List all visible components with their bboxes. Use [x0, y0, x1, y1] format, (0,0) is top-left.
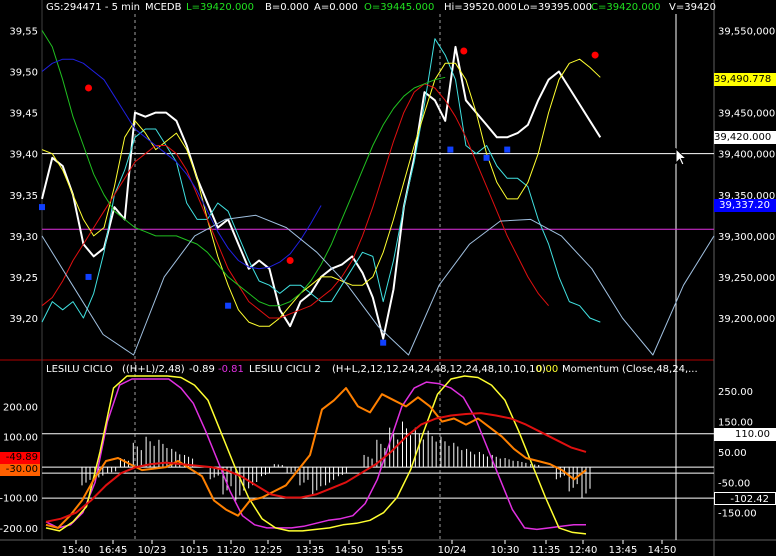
price-tick-left-4: 39,35 [9, 191, 38, 202]
indicator-panel [42, 375, 714, 535]
price-tick-left-7: 39,20 [9, 314, 38, 325]
signal-dot-red-1 [286, 257, 294, 265]
signal-dot-blue-6 [504, 146, 511, 153]
indicator-tick-left-3: -100.00 [0, 493, 38, 504]
price-tag-blue: 39,337.20 [714, 199, 776, 213]
indicator-tick-right-4: -150.00 [718, 509, 757, 520]
series-red [41, 83, 549, 319]
signal-dot-blue-4 [447, 146, 454, 153]
x-tick-label-0: 15:40 [62, 545, 91, 556]
price-panel [39, 30, 715, 356]
x-tick-label-5: 12:25 [254, 545, 283, 556]
price-tick-left-0: 39,55 [9, 26, 38, 37]
indicator-tick-right-3: -50.00 [718, 478, 750, 489]
grid-lines [0, 0, 776, 556]
price-tick-left-2: 39,45 [9, 109, 38, 120]
price-tick-right-1: 39,450,000 [718, 109, 775, 120]
indicator-tick-left-4: -200.00 [0, 524, 38, 535]
x-tick-label-12: 12:40 [569, 545, 598, 556]
volume-label: V=39420 [669, 2, 717, 13]
x-tick-label-4: 11:20 [217, 545, 246, 556]
signal-dot-red-3 [591, 51, 599, 59]
indicator-left-tag-orange: -30.00 [0, 464, 40, 477]
chart-canvas[interactable]: 39,55 39,50 39,45 39,40 39,35 39,30 39,25 39,20… [0, 0, 776, 556]
last-price: L=39420.000 [186, 2, 255, 13]
ind2-args: (H+L,2,12,12,24,24,48,12,24,48,10,10,10) [332, 364, 546, 375]
price-tick-left-6: 39,25 [9, 273, 38, 284]
chart-window: 39,55 39,50 39,45 39,40 39,35 39,30 39,25 39,20… [0, 0, 776, 556]
price-tick-right-0: 39,550,000 [718, 26, 775, 37]
indicator-tag-lower: -102.42 [714, 492, 776, 506]
price-tick-right-6: 39,200,000 [718, 314, 775, 325]
price-tick-left-1: 39,50 [9, 68, 38, 79]
signal-dot-blue-1 [85, 273, 92, 280]
ask-price: A=0.000 [314, 2, 358, 13]
x-tick-label-7: 14:50 [335, 545, 364, 556]
x-tick-label-3: 10:15 [180, 545, 209, 556]
high-price: Hi=39520.000 [444, 2, 517, 13]
ind2-value1: 0.00 [536, 364, 559, 375]
price-tick-right-5: 39,250,000 [718, 273, 775, 284]
signal-dot-blue-5 [483, 154, 490, 161]
price-tag-last: 39,420.000 [714, 131, 776, 145]
indicator-tag-upper: 110.00 [714, 427, 776, 441]
series-cycle_yellow [45, 375, 587, 535]
price-tick-left-5: 39,30 [9, 232, 38, 243]
price-tick-left-3: 39,40 [9, 150, 38, 161]
x-tick-label-10: 10:30 [491, 545, 520, 556]
symbol-label: GS:294471 - 5 min [46, 2, 141, 13]
signal-dot-red-0 [85, 84, 93, 92]
close-price: C=39420.000 [591, 2, 661, 13]
ind1-name: LESILU CICLO [46, 364, 113, 375]
low-price: Lo=39395.000 [518, 2, 592, 13]
series-arc [41, 214, 715, 356]
indicator-tick-right-0: 250.00 [718, 387, 753, 398]
series-blue [41, 58, 322, 270]
x-tick-label-13: 13:45 [609, 545, 638, 556]
indicator-tick-right-2: 50.00 [718, 448, 747, 459]
signal-dot-blue-2 [225, 302, 232, 309]
price-tick-right-4: 39,300,000 [718, 232, 775, 243]
bid-price: B=0.000 [265, 2, 309, 13]
ind1-value2: -0.81 [218, 364, 244, 375]
price-tick-right-2: 39,400,000 [718, 150, 775, 161]
x-tick-label-9: 10/24 [438, 545, 467, 556]
price-tag-sma: 39,490.778 [714, 73, 776, 87]
ind3-name: Momentum [562, 364, 619, 375]
mouse-cursor-icon [675, 148, 688, 166]
x-tick-label-11: 11:35 [532, 545, 561, 556]
x-tick-label-8: 15:55 [375, 545, 404, 556]
indicator-tick-left-1: 100.00 [3, 433, 38, 444]
ind1-args: ((H+L)/2,48) [122, 364, 185, 375]
x-tick-label-1: 16:45 [99, 545, 128, 556]
x-tick-label-2: 10/23 [138, 545, 167, 556]
open-price: O=39445.000 [364, 2, 435, 13]
series-cyan [41, 38, 601, 323]
ind2-name: LESILU CICLI 2 [249, 364, 321, 375]
series-yellow [41, 58, 601, 327]
x-tick-label-6: 13:35 [296, 545, 325, 556]
ind3-args: (Close,48,24,... [622, 364, 698, 375]
indicator-tick-left-0: 200.00 [3, 402, 38, 413]
series-price [41, 45, 602, 340]
signal-dot-blue-3 [380, 339, 387, 346]
signal-dot-blue-0 [39, 204, 45, 211]
signal-dot-red-2 [460, 47, 468, 55]
ind1-value1: -0.89 [189, 364, 215, 375]
market-label: MCEDB [145, 2, 182, 13]
x-tick-label-14: 14:50 [648, 545, 677, 556]
indicator-left-tag-red: -49.89 [0, 452, 40, 464]
